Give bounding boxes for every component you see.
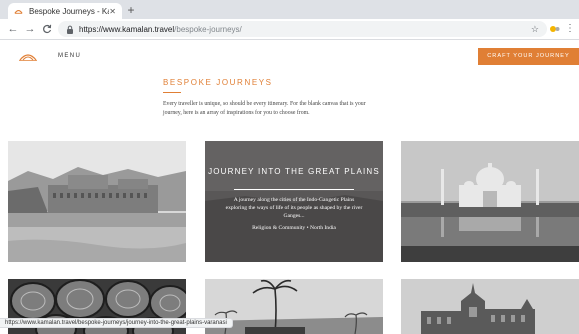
address-bar[interactable]: https://www.kamalan.travel/bespoke-journ… bbox=[58, 21, 547, 37]
tab-close-icon[interactable]: ✕ bbox=[109, 7, 116, 16]
journey-tile-colonial-building[interactable] bbox=[401, 279, 579, 334]
link-status-bar: https://www.kamalan.travel/bespoke-journ… bbox=[0, 318, 233, 328]
page-title: BESPOKE JOURNEYS bbox=[163, 78, 273, 87]
craft-your-journey-button[interactable]: CRAFT YOUR JOURNEY bbox=[478, 48, 579, 65]
url-text: https://www.kamalan.travel/bespoke-journ… bbox=[79, 25, 531, 34]
palace-lake-photo bbox=[8, 141, 186, 262]
browser-tab[interactable]: Bespoke Journeys - Kamalan ✕ bbox=[8, 3, 122, 19]
lock-icon bbox=[67, 25, 73, 34]
heading-underline bbox=[163, 92, 181, 93]
journey-tile-taj-mahal[interactable] bbox=[401, 141, 579, 262]
colonial-building-photo bbox=[401, 279, 579, 334]
kamalan-logo[interactable] bbox=[18, 50, 38, 64]
url-path: /bespoke-journeys/ bbox=[174, 24, 242, 34]
taj-mahal-photo bbox=[401, 141, 579, 262]
tab-title: Bespoke Journeys - Kamalan bbox=[29, 6, 109, 16]
reload-icon bbox=[43, 24, 52, 34]
journey-title-divider bbox=[234, 189, 354, 190]
kamalan-favicon bbox=[14, 9, 23, 14]
menu-link[interactable]: MENU bbox=[58, 53, 81, 59]
journey-meta: Religion & Community • North India bbox=[252, 225, 336, 231]
journey-title[interactable]: JOURNEY INTO THE GREAT PLAINS bbox=[205, 166, 383, 177]
intro-paragraph: Every traveller is unique, so should be … bbox=[163, 101, 366, 116]
browser-toolbar: ← → https://www.kamalan.travel/bespoke-j… bbox=[0, 19, 579, 40]
extension-icon[interactable] bbox=[549, 23, 561, 35]
url-host: https://www.kamalan.travel bbox=[79, 24, 175, 34]
forward-button[interactable]: → bbox=[23, 22, 37, 36]
back-button[interactable]: ← bbox=[6, 22, 20, 36]
journey-tile-palace[interactable] bbox=[8, 141, 186, 262]
journey-description: A journey along the cities of the Indo-G… bbox=[225, 197, 363, 219]
new-tab-button[interactable]: + bbox=[124, 3, 138, 17]
bookmark-star-icon[interactable]: ☆ bbox=[531, 24, 539, 35]
browser-tab-bar: Bespoke Journeys - Kamalan ✕ + bbox=[0, 0, 579, 19]
reload-button[interactable] bbox=[40, 22, 54, 36]
browser-menu-icon[interactable]: ⋮ bbox=[565, 22, 575, 36]
